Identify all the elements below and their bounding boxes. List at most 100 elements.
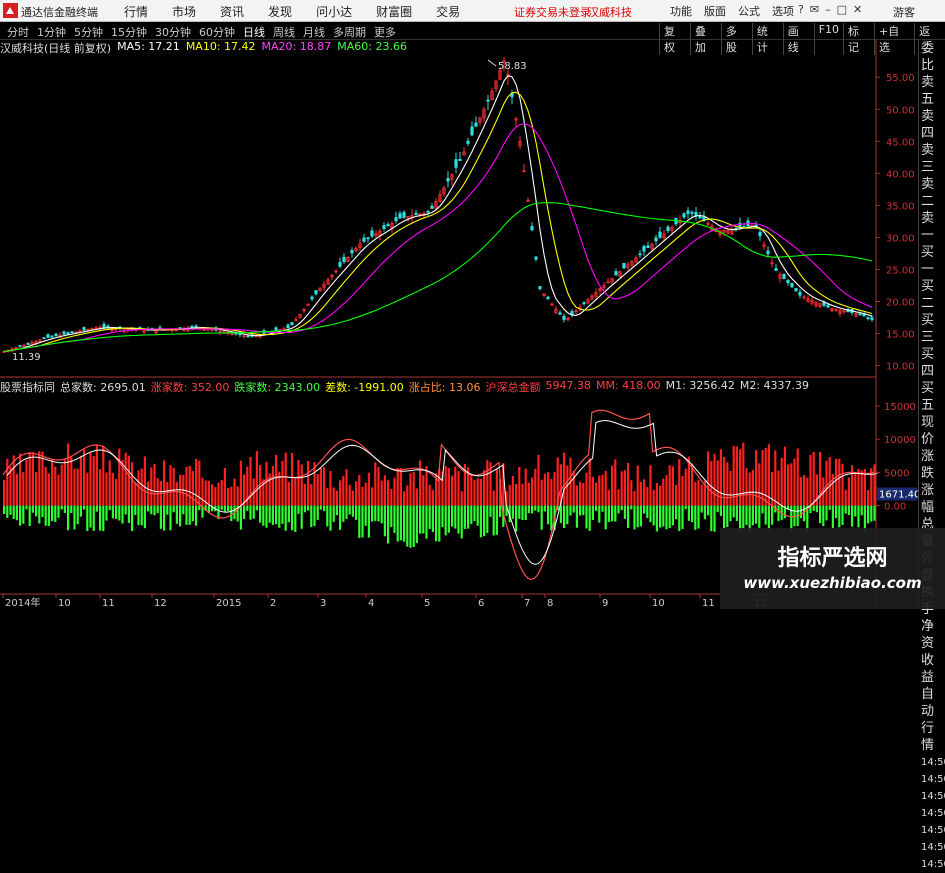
- down-bar: [723, 505, 726, 529]
- up-bar: [329, 470, 332, 506]
- up-bar: [636, 465, 639, 506]
- up-bar: [393, 477, 396, 506]
- candle-body: [774, 268, 778, 271]
- down-bar: [611, 505, 614, 522]
- side-panel-item[interactable]: 涨跌: [919, 448, 945, 482]
- down-bar: [166, 505, 169, 515]
- up-bar: [287, 482, 290, 506]
- up-bar: [652, 489, 655, 506]
- ma5-line: [3, 75, 873, 353]
- candle-body: [614, 271, 618, 276]
- side-panel-item[interactable]: 买五: [919, 380, 945, 414]
- side-panel-item[interactable]: 收益: [919, 652, 945, 686]
- indicator-label[interactable]: 股票指标同: [0, 379, 55, 395]
- up-bar: [51, 459, 54, 506]
- side-panel-item[interactable]: 卖三: [919, 142, 945, 176]
- candle-body: [102, 324, 106, 328]
- side-panel-item[interactable]: 卖二: [919, 176, 945, 210]
- side-panel-item[interactable]: 卖四: [919, 108, 945, 142]
- down-bar: [729, 505, 732, 522]
- up-bar: [524, 468, 527, 506]
- up-bar: [755, 450, 758, 506]
- side-panel-item[interactable]: 买一: [919, 244, 945, 278]
- side-panel-item[interactable]: 卖一: [919, 210, 945, 244]
- up-bar: [665, 475, 668, 506]
- down-bar: [713, 505, 716, 532]
- candle-body: [246, 335, 250, 338]
- up-bar: [428, 484, 431, 506]
- candle-body: [470, 126, 474, 136]
- up-bar: [537, 454, 540, 506]
- side-panel-item[interactable]: 14:50: [919, 754, 945, 771]
- up-bar: [649, 465, 652, 506]
- side-panel-item[interactable]: 卖五: [919, 74, 945, 108]
- side-panel-item[interactable]: 14:50: [919, 856, 945, 873]
- down-bar: [297, 505, 300, 514]
- up-bar: [22, 471, 25, 506]
- side-panel-item[interactable]: 买三: [919, 312, 945, 346]
- candle-body: [690, 211, 694, 214]
- x-tick-label: 12: [154, 598, 167, 609]
- up-bar: [454, 466, 457, 506]
- down-bar: [707, 505, 710, 516]
- up-bar: [28, 451, 31, 506]
- up-bar: [387, 480, 390, 506]
- down-bar: [409, 505, 412, 548]
- side-panel-item[interactable]: 14:50: [919, 822, 945, 839]
- down-bar: [28, 505, 31, 526]
- side-panel-item[interactable]: 委比: [919, 40, 945, 74]
- side-panel-item[interactable]: 行情: [919, 720, 945, 754]
- side-panel-item[interactable]: 14:50: [919, 805, 945, 822]
- down-bar: [191, 505, 194, 522]
- kline-chart[interactable]: 55.0050.0045.0040.0035.0030.0025.0020.00…: [0, 0, 918, 609]
- up-bar: [662, 478, 665, 506]
- side-panel-item[interactable]: 买二: [919, 278, 945, 312]
- y-tick-label: 15.00: [886, 330, 915, 341]
- side-panel-item[interactable]: 自动: [919, 686, 945, 720]
- up-bar: [668, 465, 671, 506]
- down-bar: [70, 505, 73, 514]
- up-bar: [79, 455, 82, 506]
- side-panel-item[interactable]: 14:50: [919, 788, 945, 805]
- up-bar: [751, 469, 754, 506]
- x-tick-label: 2: [270, 598, 276, 609]
- up-bar: [639, 481, 642, 506]
- up-bar: [214, 487, 217, 506]
- up-bar: [633, 491, 636, 506]
- up-bar: [659, 485, 662, 506]
- candle-body: [798, 291, 802, 296]
- down-bar: [239, 505, 242, 530]
- side-panel-item[interactable]: 14:50: [919, 771, 945, 788]
- current-value-label: 1671.40: [879, 490, 918, 501]
- side-panel-item[interactable]: 净资: [919, 618, 945, 652]
- indicator-m1: M1: 3256.42: [665, 379, 735, 392]
- down-bar: [659, 505, 662, 528]
- indicator-up: 涨家数: 352.00: [150, 381, 230, 394]
- ma5-value: MA5: 17.21: [117, 40, 180, 53]
- down-bar: [870, 505, 873, 522]
- down-bar: [156, 505, 159, 514]
- candle-body: [570, 311, 574, 315]
- high-price-mark: 58.83: [498, 61, 527, 72]
- side-panel-item[interactable]: 涨幅: [919, 482, 945, 516]
- up-bar: [223, 468, 226, 506]
- down-bar: [473, 505, 476, 522]
- down-bar: [316, 505, 319, 520]
- down-bar: [614, 505, 617, 522]
- down-bar: [438, 505, 441, 542]
- candle-body: [654, 237, 658, 242]
- up-bar: [239, 460, 242, 506]
- side-panel-item[interactable]: 买四: [919, 346, 945, 380]
- x-tick-label: 2014年: [5, 596, 40, 609]
- side-panel-item[interactable]: 14:50: [919, 839, 945, 856]
- indicator-m2: M2: 4337.39: [739, 379, 810, 392]
- down-bar: [543, 505, 546, 512]
- side-panel-item[interactable]: 现价: [919, 414, 945, 448]
- up-bar: [806, 477, 809, 506]
- up-bar: [431, 489, 434, 506]
- down-bar: [169, 505, 172, 531]
- down-bar: [451, 505, 454, 527]
- up-bar: [710, 461, 713, 506]
- down-bar: [419, 505, 422, 534]
- down-bar: [51, 505, 54, 522]
